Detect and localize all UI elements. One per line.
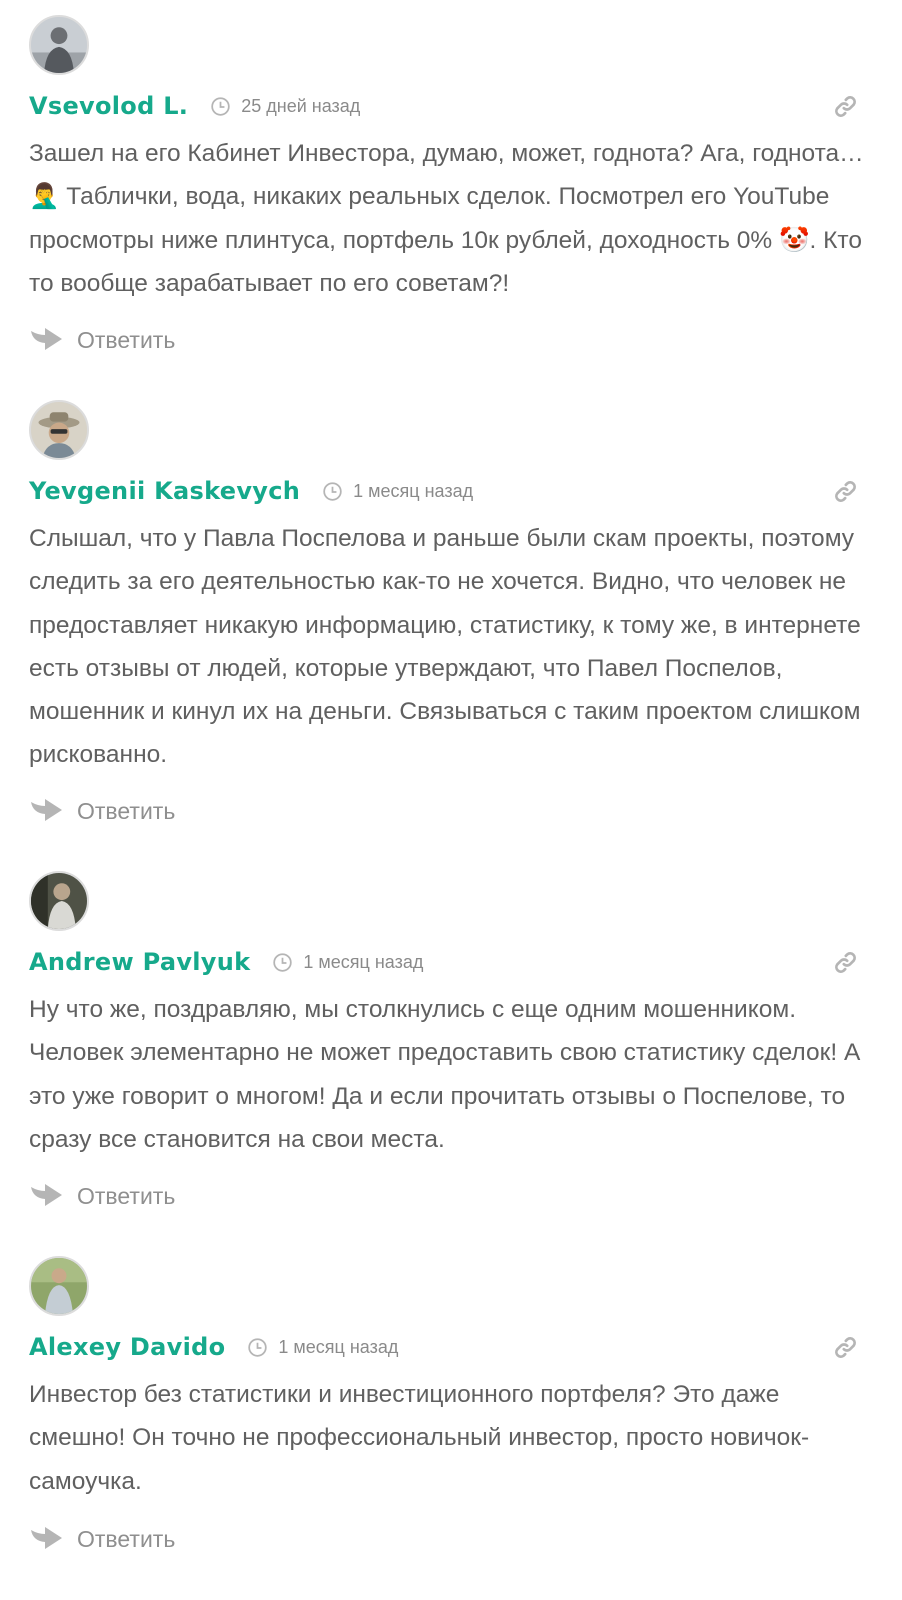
link-icon[interactable] <box>832 93 859 120</box>
reply-arrow-icon <box>29 796 65 826</box>
comment-text: Зашел на его Кабинет Инвестора, думаю, м… <box>29 140 864 297</box>
comment-meta: Yevgenii Kaskevych 1 месяц назад <box>29 474 473 508</box>
reply-label: Ответить <box>77 326 176 353</box>
comment-meta: Andrew Pavlyuk 1 месяц назад <box>29 945 423 979</box>
avatar-photo <box>31 17 87 73</box>
comment-text: Слышал, что у Павла Поспелова и раньше б… <box>29 525 861 769</box>
comment-time[interactable]: 1 месяц назад <box>353 481 473 502</box>
comment-time[interactable]: 1 месяц назад <box>303 952 423 973</box>
reply-button[interactable]: Ответить <box>29 1179 175 1213</box>
author-name[interactable]: Andrew Pavlyuk <box>29 948 250 976</box>
clock-icon <box>210 96 231 117</box>
reply-arrow-icon <box>29 325 65 355</box>
reply-button[interactable]: Ответить <box>29 323 175 357</box>
avatar-photo <box>31 873 87 929</box>
comment-text: Ну что же, поздравляю, мы столкнулись с … <box>29 996 861 1153</box>
clock-icon <box>272 952 293 973</box>
comment-time[interactable]: 1 месяц назад <box>278 1337 398 1358</box>
comment-text: Инвестор без статистики и инвестиционног… <box>29 1381 810 1495</box>
author-name[interactable]: Vsevolod L. <box>29 92 188 120</box>
reply-button[interactable]: Ответить <box>29 1522 175 1556</box>
comment-meta: Alexey Davido 1 месяц назад <box>29 1330 398 1364</box>
author-name[interactable]: Yevgenii Kaskevych <box>29 477 300 505</box>
link-icon[interactable] <box>832 1334 859 1361</box>
author-name[interactable]: Alexey Davido <box>29 1333 225 1361</box>
avatar[interactable] <box>29 15 89 75</box>
reply-arrow-icon <box>29 1181 65 1211</box>
comment-meta: Vsevolod L. 25 дней назад <box>29 89 360 123</box>
avatar-photo <box>31 1258 87 1314</box>
reply-label: Ответить <box>77 1182 176 1209</box>
reply-label: Ответить <box>77 1525 176 1552</box>
avatar[interactable] <box>29 871 89 931</box>
comment-time[interactable]: 25 дней назад <box>241 96 360 117</box>
link-icon[interactable] <box>832 478 859 505</box>
link-icon[interactable] <box>832 949 859 976</box>
clock-icon <box>247 1337 268 1358</box>
reply-arrow-icon <box>29 1524 65 1554</box>
avatar-photo <box>31 402 87 458</box>
avatar[interactable] <box>29 400 89 460</box>
reply-button[interactable]: Ответить <box>29 794 175 828</box>
clock-icon <box>322 481 343 502</box>
avatar[interactable] <box>29 1256 89 1316</box>
reply-label: Ответить <box>77 797 176 824</box>
